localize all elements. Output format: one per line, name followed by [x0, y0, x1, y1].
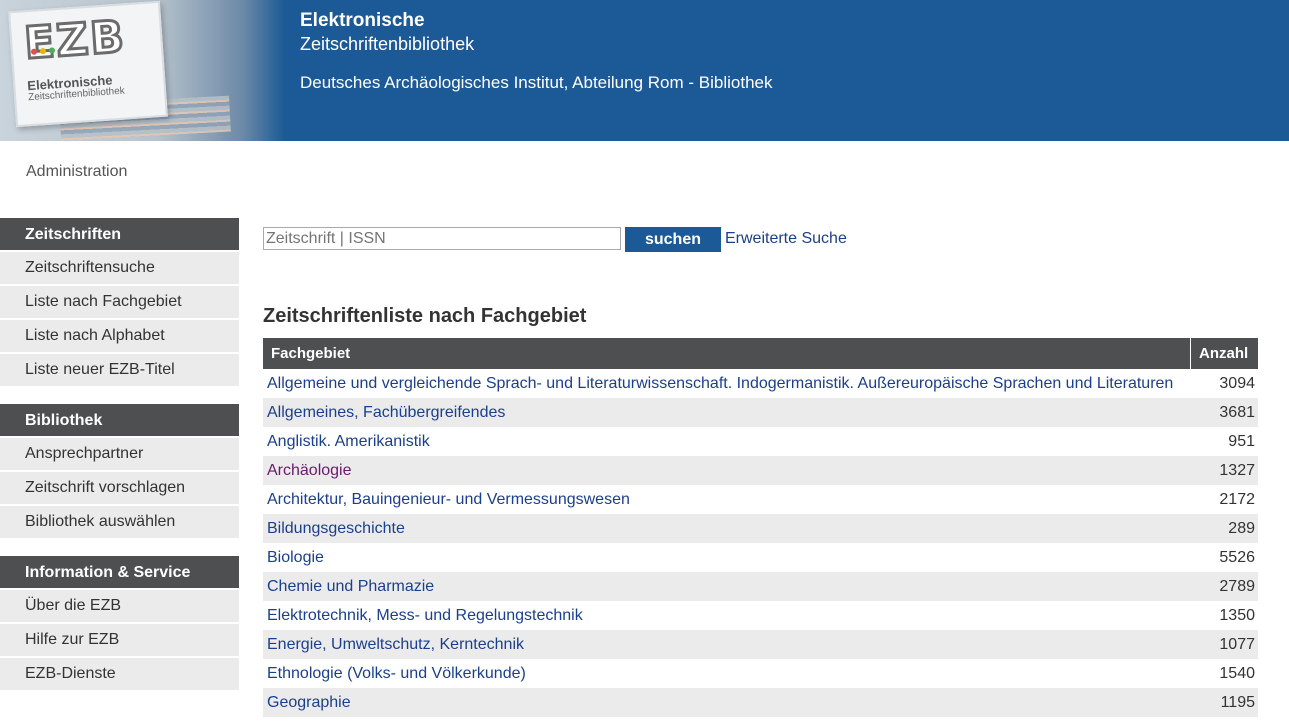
sidebar-item-bibliothek-auswaehlen[interactable]: Bibliothek auswählen [0, 504, 239, 538]
advanced-search-link[interactable]: Erweiterte Suche [725, 230, 847, 248]
table-row: Energie, Umweltschutz, Kerntechnik 1077 [263, 630, 1258, 659]
subject-cell: Anglistik. Amerikanistik [263, 427, 1191, 456]
table-row: Architektur, Bauingenieur- und Vermessun… [263, 485, 1258, 514]
ezb-logo[interactable]: EZB Elektronische Zeitschriftenbibliothe… [0, 0, 285, 141]
count-cell: 289 [1190, 514, 1258, 543]
subject-link[interactable]: Allgemeines, Fachübergreifendes [267, 404, 505, 421]
sidebar-section-information: Information & Service Über die EZB Hilfe… [0, 556, 239, 690]
table-row: Geographie 1195 [263, 688, 1258, 717]
count-cell: 1195 [1190, 688, 1258, 717]
page-title: Zeitschriftenliste nach Fachgebiet [263, 305, 587, 327]
logo-traffic-dots-icon [30, 40, 58, 60]
table-row: Archäologie 1327 [263, 456, 1258, 485]
sidebar-section-zeitschriften: Zeitschriften Zeitschriftensuche Liste n… [0, 218, 239, 386]
table-row: Chemie und Pharmazie 2789 [263, 572, 1258, 601]
subject-link[interactable]: Elektrotechnik, Mess- und Regelungstechn… [267, 607, 583, 624]
sidebar-section-bibliothek: Bibliothek Ansprechpartner Zeitschrift v… [0, 404, 239, 538]
subject-cell: Allgemeines, Fachübergreifendes [263, 398, 1191, 427]
count-cell: 2172 [1190, 485, 1258, 514]
subject-link[interactable]: Bildungsgeschichte [267, 520, 405, 537]
subject-link[interactable]: Geographie [267, 694, 351, 711]
subject-link[interactable]: Biologie [267, 549, 324, 566]
subject-cell: Biologie [263, 543, 1191, 572]
subject-link[interactable]: Ethnologie (Volks- und Völkerkunde) [267, 665, 526, 682]
count-cell: 3094 [1190, 369, 1258, 398]
table-row: Bildungsgeschichte 289 [263, 514, 1258, 543]
count-cell: 1327 [1190, 456, 1258, 485]
table-row: Biologie 5526 [263, 543, 1258, 572]
table-row: Anglistik. Amerikanistik 951 [263, 427, 1258, 456]
sidebar-item-liste-neuer-titel[interactable]: Liste neuer EZB-Titel [0, 352, 239, 386]
count-cell: 1077 [1190, 630, 1258, 659]
logo-card: EZB Elektronische Zeitschriftenbibliothe… [8, 0, 168, 128]
site-title-line1: Elektronische [300, 10, 425, 31]
table-header-row: Fachgebiet Anzahl [263, 338, 1258, 369]
institution-name: Deutsches Archäologisches Institut, Abte… [300, 73, 773, 92]
count-cell: 951 [1190, 427, 1258, 456]
sidebar-item-liste-nach-alphabet[interactable]: Liste nach Alphabet [0, 318, 239, 352]
subject-cell: Elektrotechnik, Mess- und Regelungstechn… [263, 601, 1191, 630]
sidebar-item-ueber-die-ezb[interactable]: Über die EZB [0, 588, 239, 622]
count-cell: 5526 [1190, 543, 1258, 572]
subject-table: Fachgebiet Anzahl Allgemeine und verglei… [263, 338, 1258, 717]
subject-cell: Energie, Umweltschutz, Kerntechnik [263, 630, 1191, 659]
subject-link[interactable]: Anglistik. Amerikanistik [267, 433, 430, 450]
table-row: Allgemeine und vergleichende Sprach- und… [263, 369, 1258, 398]
subject-cell: Archäologie [263, 456, 1191, 485]
subject-cell: Chemie und Pharmazie [263, 572, 1191, 601]
subject-link[interactable]: Allgemeine und vergleichende Sprach- und… [267, 375, 1173, 392]
search-button[interactable]: suchen [625, 227, 721, 252]
subject-cell: Geographie [263, 688, 1191, 717]
sidebar-heading: Zeitschriften [0, 218, 239, 250]
count-cell: 1540 [1190, 659, 1258, 688]
subject-link[interactable]: Architektur, Bauingenieur- und Vermessun… [267, 491, 630, 508]
subject-link[interactable]: Energie, Umweltschutz, Kerntechnik [267, 636, 524, 653]
sidebar-item-ezb-dienste[interactable]: EZB-Dienste [0, 656, 239, 690]
subject-cell: Ethnologie (Volks- und Völkerkunde) [263, 659, 1191, 688]
count-cell: 1350 [1190, 601, 1258, 630]
sidebar-heading: Bibliothek [0, 404, 239, 436]
column-header-subject: Fachgebiet [263, 338, 1191, 369]
sidebar-item-liste-nach-fachgebiet[interactable]: Liste nach Fachgebiet [0, 284, 239, 318]
column-header-count: Anzahl [1190, 338, 1258, 369]
sidebar-item-ansprechpartner[interactable]: Ansprechpartner [0, 436, 239, 470]
table-row: Elektrotechnik, Mess- und Regelungstechn… [263, 601, 1258, 630]
table-row: Allgemeines, Fachübergreifendes 3681 [263, 398, 1258, 427]
sidebar-item-hilfe[interactable]: Hilfe zur EZB [0, 622, 239, 656]
sidebar: Zeitschriften Zeitschriftensuche Liste n… [0, 218, 239, 708]
sidebar-item-zeitschriftensuche[interactable]: Zeitschriftensuche [0, 250, 239, 284]
sidebar-heading: Information & Service [0, 556, 239, 588]
site-title-line2: Zeitschriftenbibliothek [300, 34, 475, 54]
search-input[interactable] [263, 227, 621, 250]
subject-link[interactable]: Archäologie [267, 462, 352, 479]
site-header: EZB Elektronische Zeitschriftenbibliothe… [0, 0, 1289, 141]
table-row: Ethnologie (Volks- und Völkerkunde) 1540 [263, 659, 1258, 688]
subject-link[interactable]: Chemie und Pharmazie [267, 578, 434, 595]
count-cell: 2789 [1190, 572, 1258, 601]
administration-link[interactable]: Administration [26, 163, 127, 181]
subject-cell: Allgemeine und vergleichende Sprach- und… [263, 369, 1191, 398]
sidebar-item-zeitschrift-vorschlagen[interactable]: Zeitschrift vorschlagen [0, 470, 239, 504]
count-cell: 3681 [1190, 398, 1258, 427]
subject-cell: Architektur, Bauingenieur- und Vermessun… [263, 485, 1191, 514]
subject-cell: Bildungsgeschichte [263, 514, 1191, 543]
